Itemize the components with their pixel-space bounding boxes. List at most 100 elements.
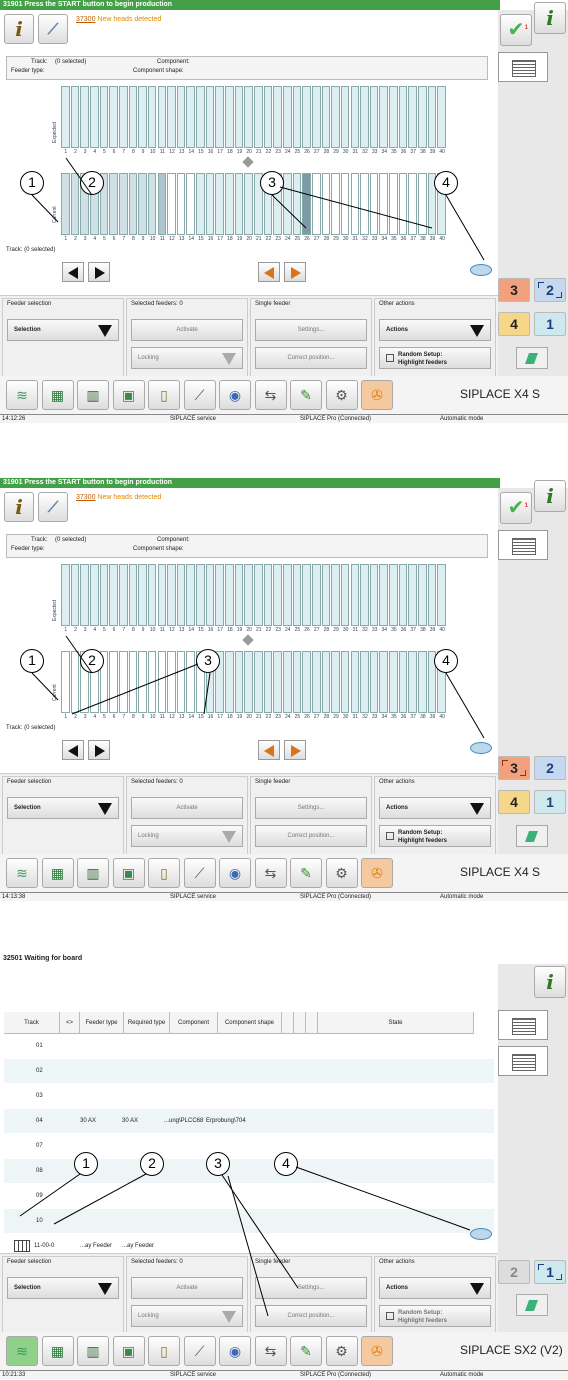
- wrench-icon: ✇: [371, 865, 383, 881]
- locking-dropdown[interactable]: Locking: [131, 825, 243, 847]
- station-button-4[interactable]: 4: [498, 790, 530, 814]
- mode-status: Automatic mode: [440, 416, 484, 422]
- pro-connection-status: SIPLACE Pro (Connected): [300, 1372, 372, 1378]
- clipboard-button[interactable]: ▯: [148, 380, 180, 410]
- wrench-button[interactable]: ✇: [361, 1336, 393, 1366]
- pen-icon: ✎: [300, 865, 312, 881]
- gear-hand-icon: ⚙: [335, 865, 348, 881]
- wrench-button[interactable]: ✇: [361, 380, 393, 410]
- selected-feeders-group: Selected feeders: 0 Activate Locking: [126, 776, 248, 856]
- clipboard-button[interactable]: ▯: [148, 1336, 180, 1366]
- activate-button[interactable]: Activate: [131, 797, 243, 819]
- bar-chart-icon: ▥: [86, 1343, 100, 1359]
- conveyor-button[interactable]: ⇆: [254, 380, 287, 410]
- bar-chart-button[interactable]: ▥: [77, 858, 109, 888]
- trend-chart-button[interactable]: ⟋: [183, 858, 216, 888]
- camera-button[interactable]: ◉: [219, 1336, 251, 1366]
- selection-dropdown[interactable]: Selection: [7, 319, 119, 341]
- status-bar: 10:21:33 SIPLACE service SIPLACE Pro (Conn…: [0, 1370, 568, 1379]
- gear-hand-button[interactable]: ⚙: [325, 380, 358, 410]
- random-setup-button[interactable]: Random Setup: Highlight feeders: [379, 347, 491, 369]
- checkbox-icon: [386, 832, 394, 840]
- feeder-overview-button[interactable]: ≋: [6, 380, 38, 410]
- status-bar: 14:13:38 SIPLACE service SIPLACE Pro (Conn…: [0, 892, 568, 901]
- callout-leader-lines: [19, 1166, 471, 1317]
- trend-chart-button[interactable]: ⟋: [183, 1336, 216, 1366]
- random-setup-button[interactable]: Random Setup: Highlight feeders: [379, 825, 491, 847]
- pen-button[interactable]: ✎: [290, 1336, 322, 1366]
- camera-button[interactable]: ◉: [219, 858, 251, 888]
- module-icon: ▣: [121, 387, 136, 403]
- pro-connection-status: SIPLACE Pro (Connected): [300, 416, 372, 422]
- leader-line: [65, 635, 93, 674]
- activate-button[interactable]: Activate: [131, 319, 243, 341]
- bar-chart-button[interactable]: ▥: [77, 380, 109, 410]
- conveyor-button[interactable]: ⇆: [254, 858, 287, 888]
- mode-status: Automatic mode: [440, 894, 484, 900]
- pen-button[interactable]: ✎: [290, 858, 322, 888]
- actions-dropdown[interactable]: Actions: [379, 319, 491, 341]
- checkbox-icon: [386, 354, 394, 362]
- conveyor-button[interactable]: ⇆: [254, 1336, 287, 1366]
- bar-chart-button[interactable]: ▥: [77, 1336, 109, 1366]
- machine-name: SIPLACE X4 S: [460, 865, 541, 879]
- other-actions-title: Other actions: [379, 301, 415, 307]
- random-setup-sublabel: Highlight feeders: [398, 838, 448, 844]
- service-status: SIPLACE service: [170, 894, 217, 900]
- trend-chart-button[interactable]: ⟋: [183, 380, 216, 410]
- selected-feeders-group: Selected feeders: 0 Activate Locking: [126, 298, 248, 378]
- feeder-overview-button[interactable]: ≋: [6, 858, 38, 888]
- selection-dropdown[interactable]: Selection: [7, 797, 119, 819]
- module-button[interactable]: ▣: [112, 858, 145, 888]
- station-button-4[interactable]: 4: [498, 312, 530, 336]
- wrench-icon: ✇: [371, 1343, 383, 1359]
- leader-line: [295, 1166, 471, 1231]
- service-status: SIPLACE service: [170, 416, 217, 422]
- module-button[interactable]: ▣: [112, 1336, 145, 1366]
- station-button-1[interactable]: 1: [534, 790, 566, 814]
- exit-icon[interactable]: [516, 825, 548, 847]
- leader-line: [279, 186, 433, 229]
- machine-name: SIPLACE SX2 (V2): [460, 1343, 563, 1357]
- grid-icon: ▦: [50, 387, 65, 403]
- grid-button[interactable]: ▦: [41, 380, 74, 410]
- pen-button[interactable]: ✎: [290, 380, 322, 410]
- main-toolbar: ≋ ▦ ▥ ▣ ▯ ⟋ ◉ ⇆ ✎ ⚙ ✇ SIPLACE X4 S: [0, 854, 568, 892]
- feeder-rack-screen-2: 31901 Press the START button to begin pr…: [0, 478, 568, 908]
- locking-dropdown[interactable]: Locking: [131, 347, 243, 369]
- correct-position-button[interactable]: Correct position...: [255, 347, 367, 369]
- correct-position-button[interactable]: Correct position...: [255, 825, 367, 847]
- leader-line: [227, 1175, 269, 1317]
- leader-line: [53, 1173, 147, 1225]
- conveyor-icon: ⇆: [264, 1343, 277, 1359]
- wrench-icon: ✇: [371, 387, 383, 403]
- leader-line: [445, 194, 485, 261]
- random-setup-sublabel: Highlight feeders: [398, 360, 448, 366]
- random-setup-label: Random Setup:: [398, 830, 443, 836]
- wrench-button[interactable]: ✇: [361, 858, 393, 888]
- gear-hand-button[interactable]: ⚙: [325, 858, 358, 888]
- clock: 14:12:26: [2, 416, 26, 422]
- leader-line: [65, 157, 93, 196]
- feeder-selection-group: Feeder selection Selection: [2, 776, 124, 856]
- actions-dropdown[interactable]: Actions: [379, 797, 491, 819]
- grid-button[interactable]: ▦: [41, 1336, 74, 1366]
- other-actions-group: Other actions Actions Random Setup: Highlig…: [374, 298, 496, 378]
- clipboard-button[interactable]: ▯: [148, 858, 180, 888]
- feeder-overview-button[interactable]: ≋: [6, 1336, 38, 1366]
- gear-hand-icon: ⚙: [335, 1343, 348, 1359]
- module-button[interactable]: ▣: [112, 380, 145, 410]
- camera-button[interactable]: ◉: [219, 380, 251, 410]
- grid-button[interactable]: ▦: [41, 858, 74, 888]
- feeder-selection-title: Feeder selection: [7, 301, 52, 307]
- gear-hand-button[interactable]: ⚙: [325, 1336, 358, 1366]
- feeder-rack-screen-1: 31901 Press the START button to begin pr…: [0, 0, 568, 430]
- conveyor-icon: ⇆: [264, 387, 277, 403]
- leader-line: [203, 672, 211, 715]
- station-button-1[interactable]: 1: [534, 312, 566, 336]
- selected-feeders-count: Selected feeders: 0: [131, 779, 183, 785]
- exit-icon[interactable]: [516, 347, 548, 369]
- feeder-action-bar: Feeder selection Selection Selected feeder…: [0, 773, 498, 857]
- settings-button[interactable]: Settings...: [255, 797, 367, 819]
- settings-button[interactable]: Settings...: [255, 319, 367, 341]
